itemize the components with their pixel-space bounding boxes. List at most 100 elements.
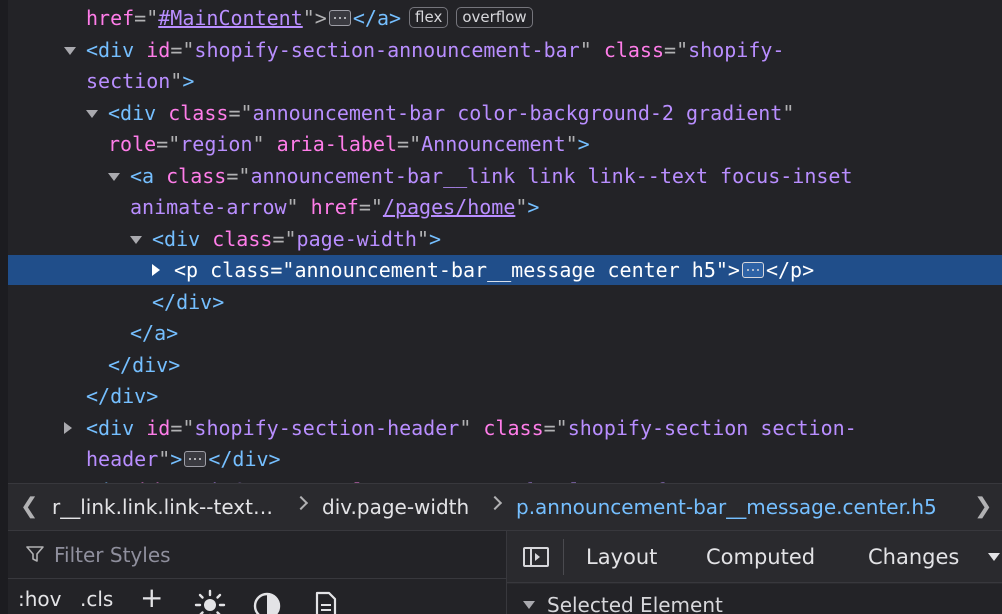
markup-token: " <box>459 415 484 440</box>
markup-token: class <box>212 226 273 251</box>
markup-node[interactable]: </div> <box>8 350 1002 380</box>
markup-token: Announcement <box>421 132 566 156</box>
markup-node[interactable]: </div> <box>8 381 1002 411</box>
markup-token: class <box>210 258 271 282</box>
expand-children-icon[interactable] <box>184 450 207 467</box>
markup-token: shopify-section section- <box>567 415 857 440</box>
markup-token: /pages/home <box>382 195 516 219</box>
markup-token: role <box>108 132 157 156</box>
print-media-icon[interactable] <box>314 591 338 614</box>
markup-token: <div <box>86 415 147 440</box>
breadcrumb-item-link[interactable]: r__link.link.link--text… <box>52 484 273 530</box>
markup-token: " <box>579 37 604 62</box>
markup-token: =" <box>156 132 181 156</box>
markup-node[interactable]: href="#MainContent"> </a> flex overflow <box>8 3 1002 33</box>
scroll-left-icon[interactable]: ❮ <box>20 484 38 530</box>
markup-token: " <box>715 258 728 282</box>
markup-token: </div> <box>86 384 159 408</box>
markup-token: class <box>168 100 229 125</box>
markup-node-text: </a> <box>130 318 178 348</box>
markup-token: =" <box>226 163 251 188</box>
expand-twisty-icon[interactable] <box>86 109 98 118</box>
markup-node-text: href="#MainContent"> </a> flex overflow <box>86 3 533 33</box>
markup-token: " <box>515 195 528 219</box>
light-mode-icon[interactable] <box>194 589 226 614</box>
markup-token: =" <box>397 132 422 156</box>
hover-states-button[interactable]: :hov <box>18 587 62 611</box>
markup-node[interactable]: <main id="MainContent" class="content-fo… <box>8 476 1002 484</box>
markup-token: <div <box>86 37 147 62</box>
markup-token: #MainContent <box>158 6 303 30</box>
markup-node-text: </div> <box>108 350 180 380</box>
filter-styles-input[interactable] <box>52 539 476 571</box>
expand-children-icon[interactable] <box>328 9 351 26</box>
markup-token: " <box>782 100 795 125</box>
markup-token: " <box>286 195 311 219</box>
layout-badge[interactable]: flex <box>409 7 449 28</box>
markup-node-text: </div> <box>86 381 158 411</box>
markup-node[interactable]: <div id="shopify-section-announcement-ba… <box>8 35 1002 65</box>
toggle-sidebar-icon[interactable] <box>523 547 549 567</box>
markup-token: class <box>603 37 665 62</box>
section-twisty-icon[interactable] <box>523 601 535 609</box>
markup-token: </div> <box>152 289 225 314</box>
markup-token: =" <box>134 6 159 30</box>
dark-mode-icon[interactable] <box>252 591 282 614</box>
breadcrumb-separator-icon <box>293 495 309 511</box>
markup-token: =" <box>170 37 195 62</box>
breadcrumb-item-page-width[interactable]: div.page-width <box>322 484 469 530</box>
tabs-overflow-chevron-down-icon[interactable] <box>988 553 1000 561</box>
markup-token: class <box>166 163 227 188</box>
markup-node-text: <div id="shopify-section-announcement-ba… <box>86 35 784 65</box>
breadcrumb-item-current[interactable]: p.announcement-bar__message.center.h5 <box>516 484 937 530</box>
markup-token: =" <box>272 226 297 251</box>
markup-token: =" <box>664 37 689 62</box>
scroll-right-icon[interactable]: ❯ <box>974 484 992 530</box>
markup-token: announcement-bar__link link link--text f… <box>250 163 853 188</box>
markup-token: > <box>182 69 195 93</box>
add-rule-button[interactable]: + <box>140 581 163 614</box>
markup-node[interactable]: <a class="announcement-bar__link link li… <box>8 161 1002 191</box>
markup-token: shopify- <box>688 37 785 62</box>
breadcrumb-separator-icon <box>487 495 503 511</box>
rules-panel: :hov .cls + <box>8 531 507 614</box>
tab-computed[interactable]: Computed <box>706 531 815 583</box>
breadcrumb: ❮ r__link.link.link--text… div.page-widt… <box>8 483 1002 531</box>
markup-node[interactable]: </div> <box>8 287 1002 317</box>
markup-token: =" <box>270 258 295 282</box>
expand-twisty-icon[interactable] <box>130 235 142 244</box>
markup-token: announcement-bar__message center h5 <box>294 258 716 282</box>
markup-node[interactable]: <div class="page-width"> <box>8 224 1002 254</box>
markup-node[interactable]: header"> </div> <box>8 444 1002 474</box>
markup-node[interactable]: animate-arrow" href="/pages/home"> <box>8 192 1002 222</box>
markup-token: href <box>310 195 359 219</box>
markup-node[interactable]: section"> <box>8 66 1002 96</box>
markup-token: </div> <box>108 352 181 377</box>
markup-node-selected[interactable]: <p class="announcement-bar__message cent… <box>8 255 1002 285</box>
markup-token: id <box>146 37 171 62</box>
collapse-twisty-icon[interactable] <box>152 264 160 276</box>
markup-node[interactable]: </a> <box>8 318 1002 348</box>
tab-changes[interactable]: Changes <box>868 531 959 583</box>
markup-node[interactable]: role="region" aria-label="Announcement"> <box>8 129 1002 159</box>
selected-element-section[interactable]: Selected Element <box>507 584 1002 614</box>
markup-token: page-width <box>296 226 417 251</box>
layout-badge[interactable]: overflow <box>456 7 533 28</box>
expand-twisty-icon[interactable] <box>108 172 120 181</box>
markup-token: section <box>86 69 171 93</box>
markup-token: <a <box>130 163 167 188</box>
markup-node-text: </div> <box>152 287 224 317</box>
collapse-twisty-icon[interactable] <box>64 421 72 434</box>
markup-node[interactable]: <div id="shopify-section-header" class="… <box>8 413 1002 443</box>
tab-divider <box>563 539 564 575</box>
markup-token: " <box>158 447 171 471</box>
markup-token: " <box>416 226 429 251</box>
expand-children-icon[interactable] <box>741 261 764 278</box>
expand-twisty-icon[interactable] <box>64 46 76 55</box>
filter-bar <box>8 531 506 579</box>
markup-node[interactable]: <div class="announcement-bar color-backg… <box>8 98 1002 128</box>
markup-token: class <box>483 415 544 440</box>
tab-layout[interactable]: Layout <box>586 531 657 583</box>
classes-button[interactable]: .cls <box>80 587 113 611</box>
markup-tree[interactable]: href="#MainContent"> </a> flex overflow <div… <box>8 0 1002 483</box>
